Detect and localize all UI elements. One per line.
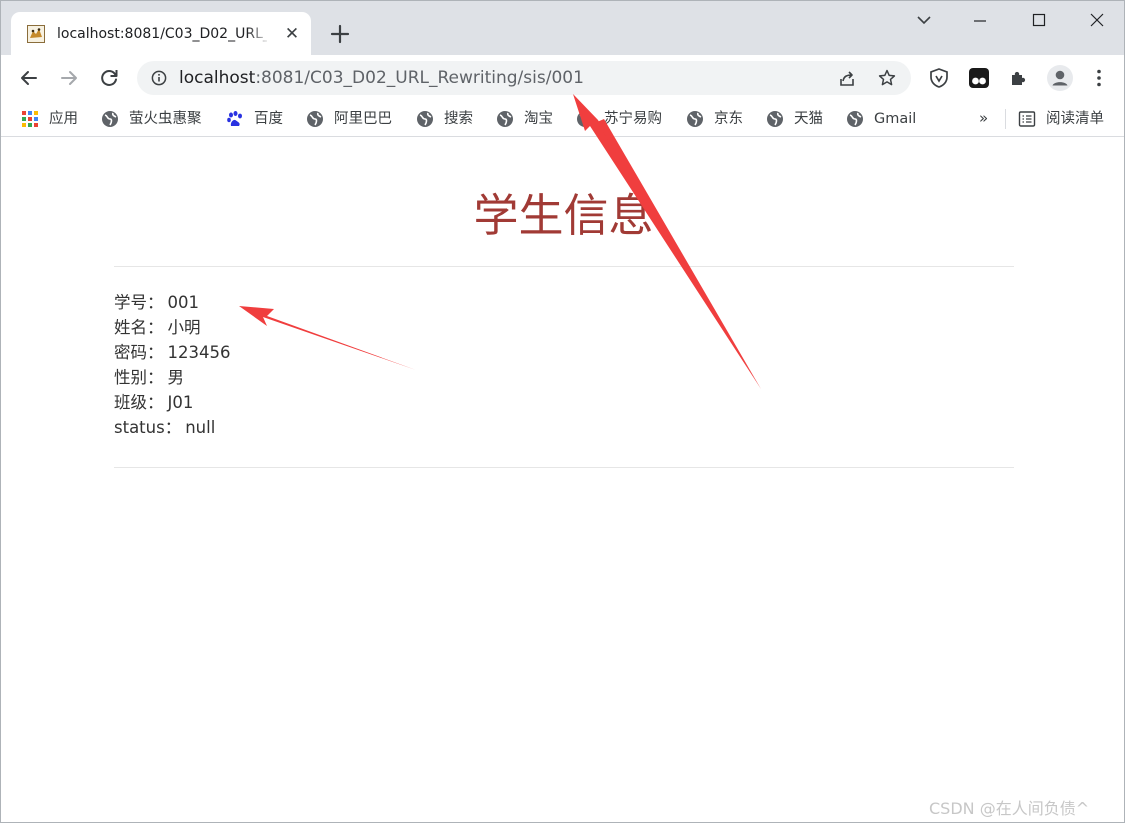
tab-strip: localhost:8081/C03_D02_URL_Rewriting/sis… [1,1,1124,55]
reload-icon[interactable] [95,64,123,92]
browser-toolbar: localhost:8081/C03_D02_URL_Rewriting/sis… [1,55,1124,101]
more-menu-icon[interactable] [1087,66,1111,90]
forward-arrow-icon[interactable] [55,64,83,92]
bookmark-label: 天猫 [794,111,823,127]
bookmark-label: 苏宁易购 [604,111,662,127]
globe-icon [497,111,513,127]
bookmark-label: 淘宝 [524,111,553,127]
divider-bottom [114,467,1014,468]
info-row-student-id: 学号： 001 [114,293,231,318]
browser-window: localhost:8081/C03_D02_URL_Rewriting/sis… [0,0,1125,823]
info-value: 123456 [167,343,231,362]
bookmark-label: 应用 [49,111,78,127]
info-key: status： [114,418,182,437]
reading-list-button[interactable]: 阅读清单 [1018,108,1104,130]
baidu-paw-icon [227,111,242,126]
info-row-gender: 性别：男 [114,368,231,393]
tab-close-icon[interactable]: ✕ [281,23,303,45]
info-row-status: status： null [114,418,231,443]
bookmark-item[interactable]: 苏宁易购 [576,108,662,130]
bookmarks-bar: 应用 萤火虫惠聚 百度 阿里巴巴 搜索 淘宝 苏宁易购 京东 天猫 Gmail … [1,101,1124,137]
bookmark-label: 搜索 [444,111,473,127]
info-row-class: 班级： J01 [114,393,231,418]
reading-list-label: 阅读清单 [1046,111,1104,127]
site-info-icon[interactable] [151,70,167,86]
csdn-watermark: CSDN @在人间负债^ [929,799,1090,818]
bookmark-label: 百度 [254,111,283,127]
globe-icon [687,111,703,127]
bookmark-star-icon[interactable] [877,68,897,88]
globe-icon [417,111,433,127]
info-key: 班级： [114,393,164,412]
info-key: 学号： [114,293,164,312]
profile-avatar-icon[interactable] [1046,64,1074,92]
url-host: localhost [179,68,256,88]
tab-search-chevron-down-icon[interactable] [901,6,947,36]
bookmark-item[interactable]: 搜索 [416,108,473,130]
maximize-icon[interactable] [1016,6,1062,36]
globe-icon [577,111,593,127]
window-close-icon[interactable] [1074,6,1120,36]
tab-title: localhost:8081/C03_D02_URL_Rewriting/sis… [57,26,267,42]
bookmark-item[interactable]: 京东 [686,108,743,130]
globe-icon [307,111,323,127]
bookmark-item[interactable]: Gmail [846,108,916,130]
new-tab-plus-icon[interactable] [326,20,354,48]
globe-icon [847,111,863,127]
active-tab[interactable]: localhost:8081/C03_D02_URL_Rewriting/sis… [11,12,311,55]
bookmark-label: 萤火虫惠聚 [129,111,202,127]
info-value: J01 [167,393,194,412]
divider-top [114,266,1014,267]
page-content: 学生信息 学号： 001 姓名： 小明 密码： 123456 性别：男 班级： J01 … [1,138,1124,822]
tomcat-favicon-icon [27,25,45,43]
url-text[interactable]: localhost:8081/C03_D02_URL_Rewriting/sis… [179,68,584,88]
apps-grid-icon [22,111,38,127]
bookmark-label: 阿里巴巴 [334,111,392,127]
puzzle-extensions-icon[interactable] [1007,66,1031,90]
tampermonkey-extension-icon[interactable] [967,66,991,90]
bookmark-item[interactable]: 百度 [226,108,283,130]
minimize-icon[interactable] [957,6,1003,36]
info-value: 001 [167,293,200,312]
globe-icon [767,111,783,127]
bookmarks-divider [1005,109,1006,129]
bookmark-label: Gmail [874,111,917,127]
info-row-password: 密码： 123456 [114,343,231,368]
reading-list-icon [1018,111,1036,127]
share-icon[interactable] [837,69,857,89]
back-arrow-icon[interactable] [15,64,43,92]
bookmark-item[interactable]: 天猫 [766,108,823,130]
bookmark-label: 京东 [714,111,743,127]
info-row-name: 姓名： 小明 [114,318,231,343]
url-path: :8081/C03_D02_URL_Rewriting/sis/001 [255,68,584,88]
info-value: null [185,418,216,437]
info-key: 姓名： [114,318,164,337]
globe-icon [102,111,118,127]
bookmark-item[interactable]: 萤火虫惠聚 [101,108,202,130]
shield-extension-icon[interactable] [927,66,951,90]
info-key: 密码： [114,343,164,362]
bookmark-item[interactable]: 淘宝 [496,108,553,130]
page-title: 学生信息 [473,189,654,242]
bookmarks-overflow-chevron-icon[interactable]: » [979,108,988,128]
info-value: 男 [167,368,185,387]
bookmark-apps[interactable]: 应用 [21,108,78,130]
address-bar[interactable]: localhost:8081/C03_D02_URL_Rewriting/sis… [137,61,911,95]
bookmark-item[interactable]: 阿里巴巴 [306,108,392,130]
student-info-list: 学号： 001 姓名： 小明 密码： 123456 性别：男 班级： J01 statu… [114,293,231,443]
info-value: 小明 [167,318,201,337]
info-key: 性别： [114,368,164,387]
